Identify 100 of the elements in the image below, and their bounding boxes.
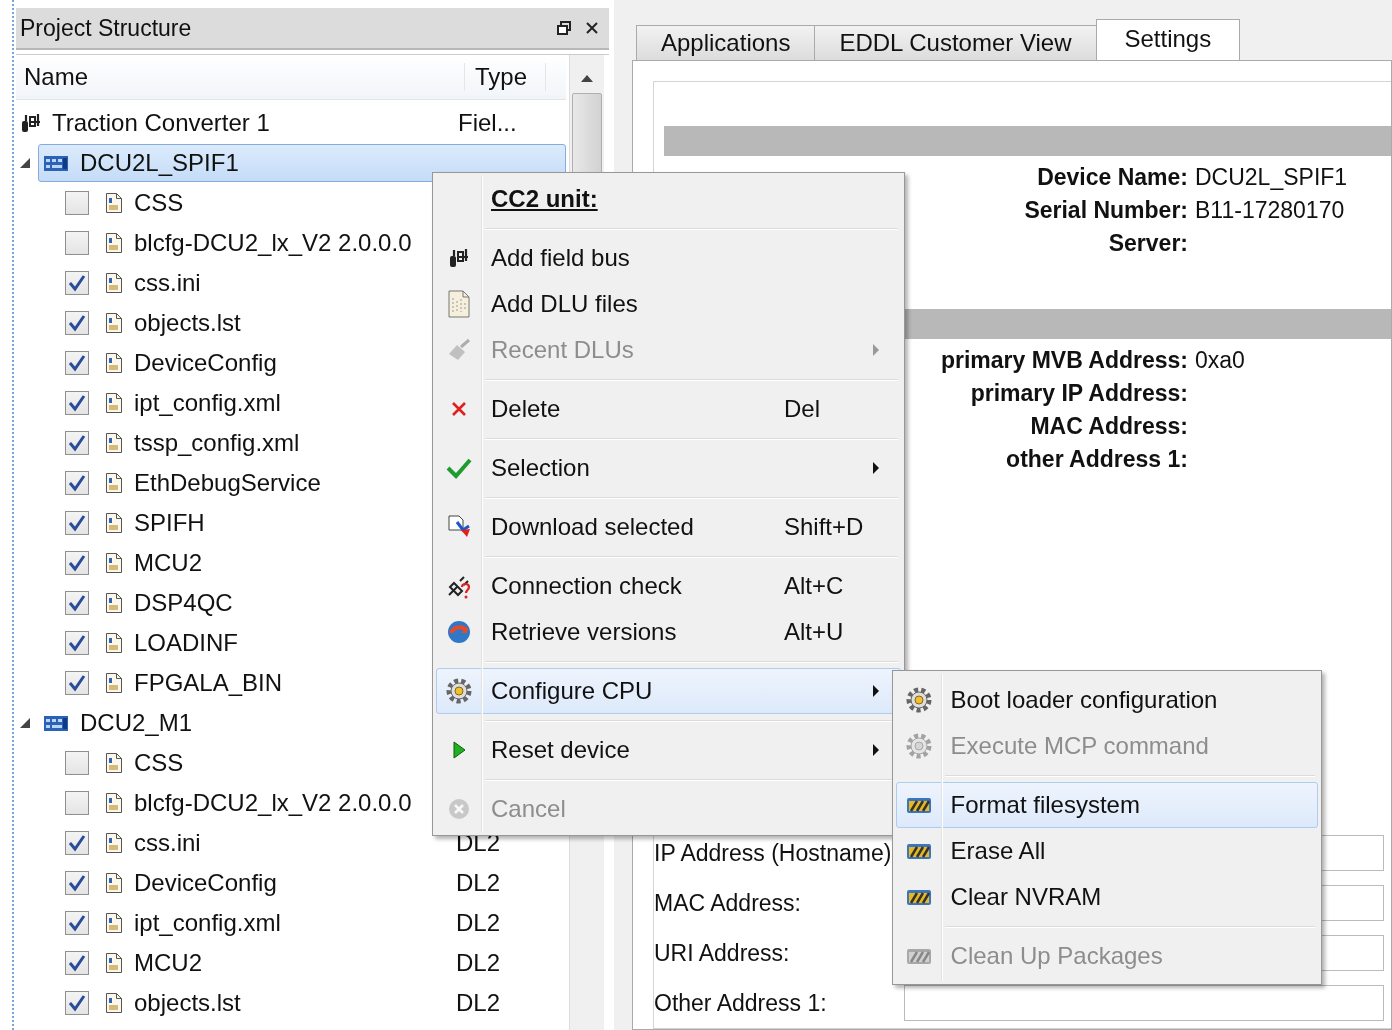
tree-item-label[interactable]: DCU2L_SPIF1 xyxy=(80,149,460,177)
field-label: other Address 1: xyxy=(1006,446,1188,473)
checkbox[interactable] xyxy=(65,671,89,695)
checkbox[interactable] xyxy=(65,871,89,895)
document-icon xyxy=(105,752,123,774)
selected-tree-node[interactable]: DCU2L_SPIF1 xyxy=(38,144,566,182)
field-label: Serial Number: xyxy=(1024,197,1188,224)
tree-item-label[interactable]: Traction Converter 1 xyxy=(52,109,448,137)
tree-item-label[interactable]: MCU2 xyxy=(134,949,456,977)
checkbox[interactable] xyxy=(65,751,89,775)
restore-icon[interactable] xyxy=(557,21,571,35)
device-icon xyxy=(43,153,69,173)
menu-item[interactable]: Add field bus xyxy=(436,235,901,281)
menu-item[interactable]: Format filesystem xyxy=(896,782,1318,828)
tree-item-label[interactable]: DeviceConfig xyxy=(134,869,456,897)
document-icon xyxy=(105,352,123,374)
submenu-arrow-icon xyxy=(872,743,880,757)
checkbox[interactable] xyxy=(65,471,89,495)
document-icon xyxy=(105,432,123,454)
menu-item[interactable]: Erase All xyxy=(896,828,1318,874)
document-icon xyxy=(105,512,123,534)
document-icon xyxy=(105,792,123,814)
field-label: primary MVB Address: xyxy=(940,347,1188,374)
menu-item[interactable]: Retrieve versions Alt+U xyxy=(436,609,901,655)
document-icon xyxy=(105,992,123,1014)
document-icon xyxy=(105,272,123,294)
menu-item[interactable]: Selection xyxy=(436,445,901,491)
submenu-arrow-icon xyxy=(872,461,880,475)
document-icon xyxy=(105,232,123,254)
type-cell-text: DL2 xyxy=(456,869,502,897)
document-icon xyxy=(105,592,123,614)
checkbox[interactable] xyxy=(65,911,89,935)
menu-item[interactable]: Clear NVRAM xyxy=(896,874,1318,920)
menu-heading: CC2 unit: xyxy=(491,185,598,213)
menu-item[interactable]: Add DLU files xyxy=(436,281,901,327)
column-header[interactable]: Name xyxy=(16,63,465,91)
checkbox[interactable] xyxy=(65,351,89,375)
field-label: Device Name: xyxy=(1037,164,1188,191)
checkbox[interactable] xyxy=(65,271,89,295)
submenu-arrow-icon xyxy=(872,343,880,357)
checkbox[interactable] xyxy=(65,991,89,1015)
connector-icon xyxy=(448,247,470,269)
type-cell-text: Fiel... xyxy=(458,109,518,137)
checkbox[interactable] xyxy=(65,311,89,335)
menu-item[interactable]: Download selected Shift+D xyxy=(436,504,901,550)
checkbox[interactable] xyxy=(65,431,89,455)
checkbox[interactable] xyxy=(65,191,89,215)
document-icon xyxy=(447,289,471,319)
field-value: B11-17280170 xyxy=(1195,197,1346,224)
tree-item-label[interactable]: ipt_config.xml xyxy=(134,909,456,937)
checkbox[interactable] xyxy=(65,951,89,975)
document-icon xyxy=(105,192,123,214)
tab[interactable]: Settings xyxy=(1095,19,1241,60)
tab[interactable]: EDDL Customer View xyxy=(814,25,1097,60)
field-value: 0xa0 xyxy=(1195,347,1246,374)
checkbox[interactable] xyxy=(65,231,89,255)
field-label: MAC Address: xyxy=(654,889,801,917)
document-icon xyxy=(105,312,123,334)
tree-item-label[interactable]: objects.lst xyxy=(134,989,456,1017)
type-cell-text: DL2 xyxy=(456,909,502,937)
document-icon xyxy=(105,912,123,934)
field-label: primary IP Address: xyxy=(970,380,1188,407)
menu-item[interactable]: Configure CPU xyxy=(436,668,901,714)
gear-icon xyxy=(444,676,474,706)
tab[interactable]: Applications xyxy=(636,25,816,60)
plug-icon xyxy=(446,573,472,599)
menu-item[interactable]: Connection check Alt+C xyxy=(436,563,901,609)
menu-item[interactable]: Delete Del xyxy=(436,386,901,432)
device-icon xyxy=(43,713,69,733)
input-field[interactable] xyxy=(904,985,1384,1021)
submenu-arrow-icon xyxy=(872,684,880,698)
striped-folder-icon xyxy=(905,795,932,815)
type-cell-text: DL2 xyxy=(456,949,502,977)
striped-folder-icon xyxy=(905,841,932,861)
checkbox[interactable] xyxy=(65,831,89,855)
document-icon xyxy=(105,552,123,574)
checkbox[interactable] xyxy=(65,631,89,655)
delete-icon xyxy=(450,400,468,418)
type-cell-text: DL2 xyxy=(456,989,502,1017)
connector-icon xyxy=(20,112,42,134)
refresh-icon xyxy=(446,619,472,645)
document-icon xyxy=(105,672,123,694)
cancel-icon xyxy=(447,797,471,821)
document-icon xyxy=(105,872,123,894)
striped-folder-icon xyxy=(905,887,932,907)
collapse-arrow-icon[interactable] xyxy=(19,717,31,729)
checkbox[interactable] xyxy=(65,391,89,415)
checkbox[interactable] xyxy=(65,591,89,615)
column-header[interactable]: Type xyxy=(465,63,546,91)
scroll-up-icon xyxy=(580,73,594,83)
tree-item-label[interactable]: css.ini xyxy=(134,829,456,857)
field-label: URI Address: xyxy=(654,939,790,967)
checkbox[interactable] xyxy=(65,511,89,535)
collapse-arrow-icon[interactable] xyxy=(19,157,31,169)
checkbox[interactable] xyxy=(65,551,89,575)
close-icon[interactable] xyxy=(585,21,599,35)
document-icon xyxy=(105,392,123,414)
checkbox[interactable] xyxy=(65,791,89,815)
field-label: Other Address 1: xyxy=(654,989,827,1017)
panel-title: Project Structure xyxy=(20,14,192,42)
